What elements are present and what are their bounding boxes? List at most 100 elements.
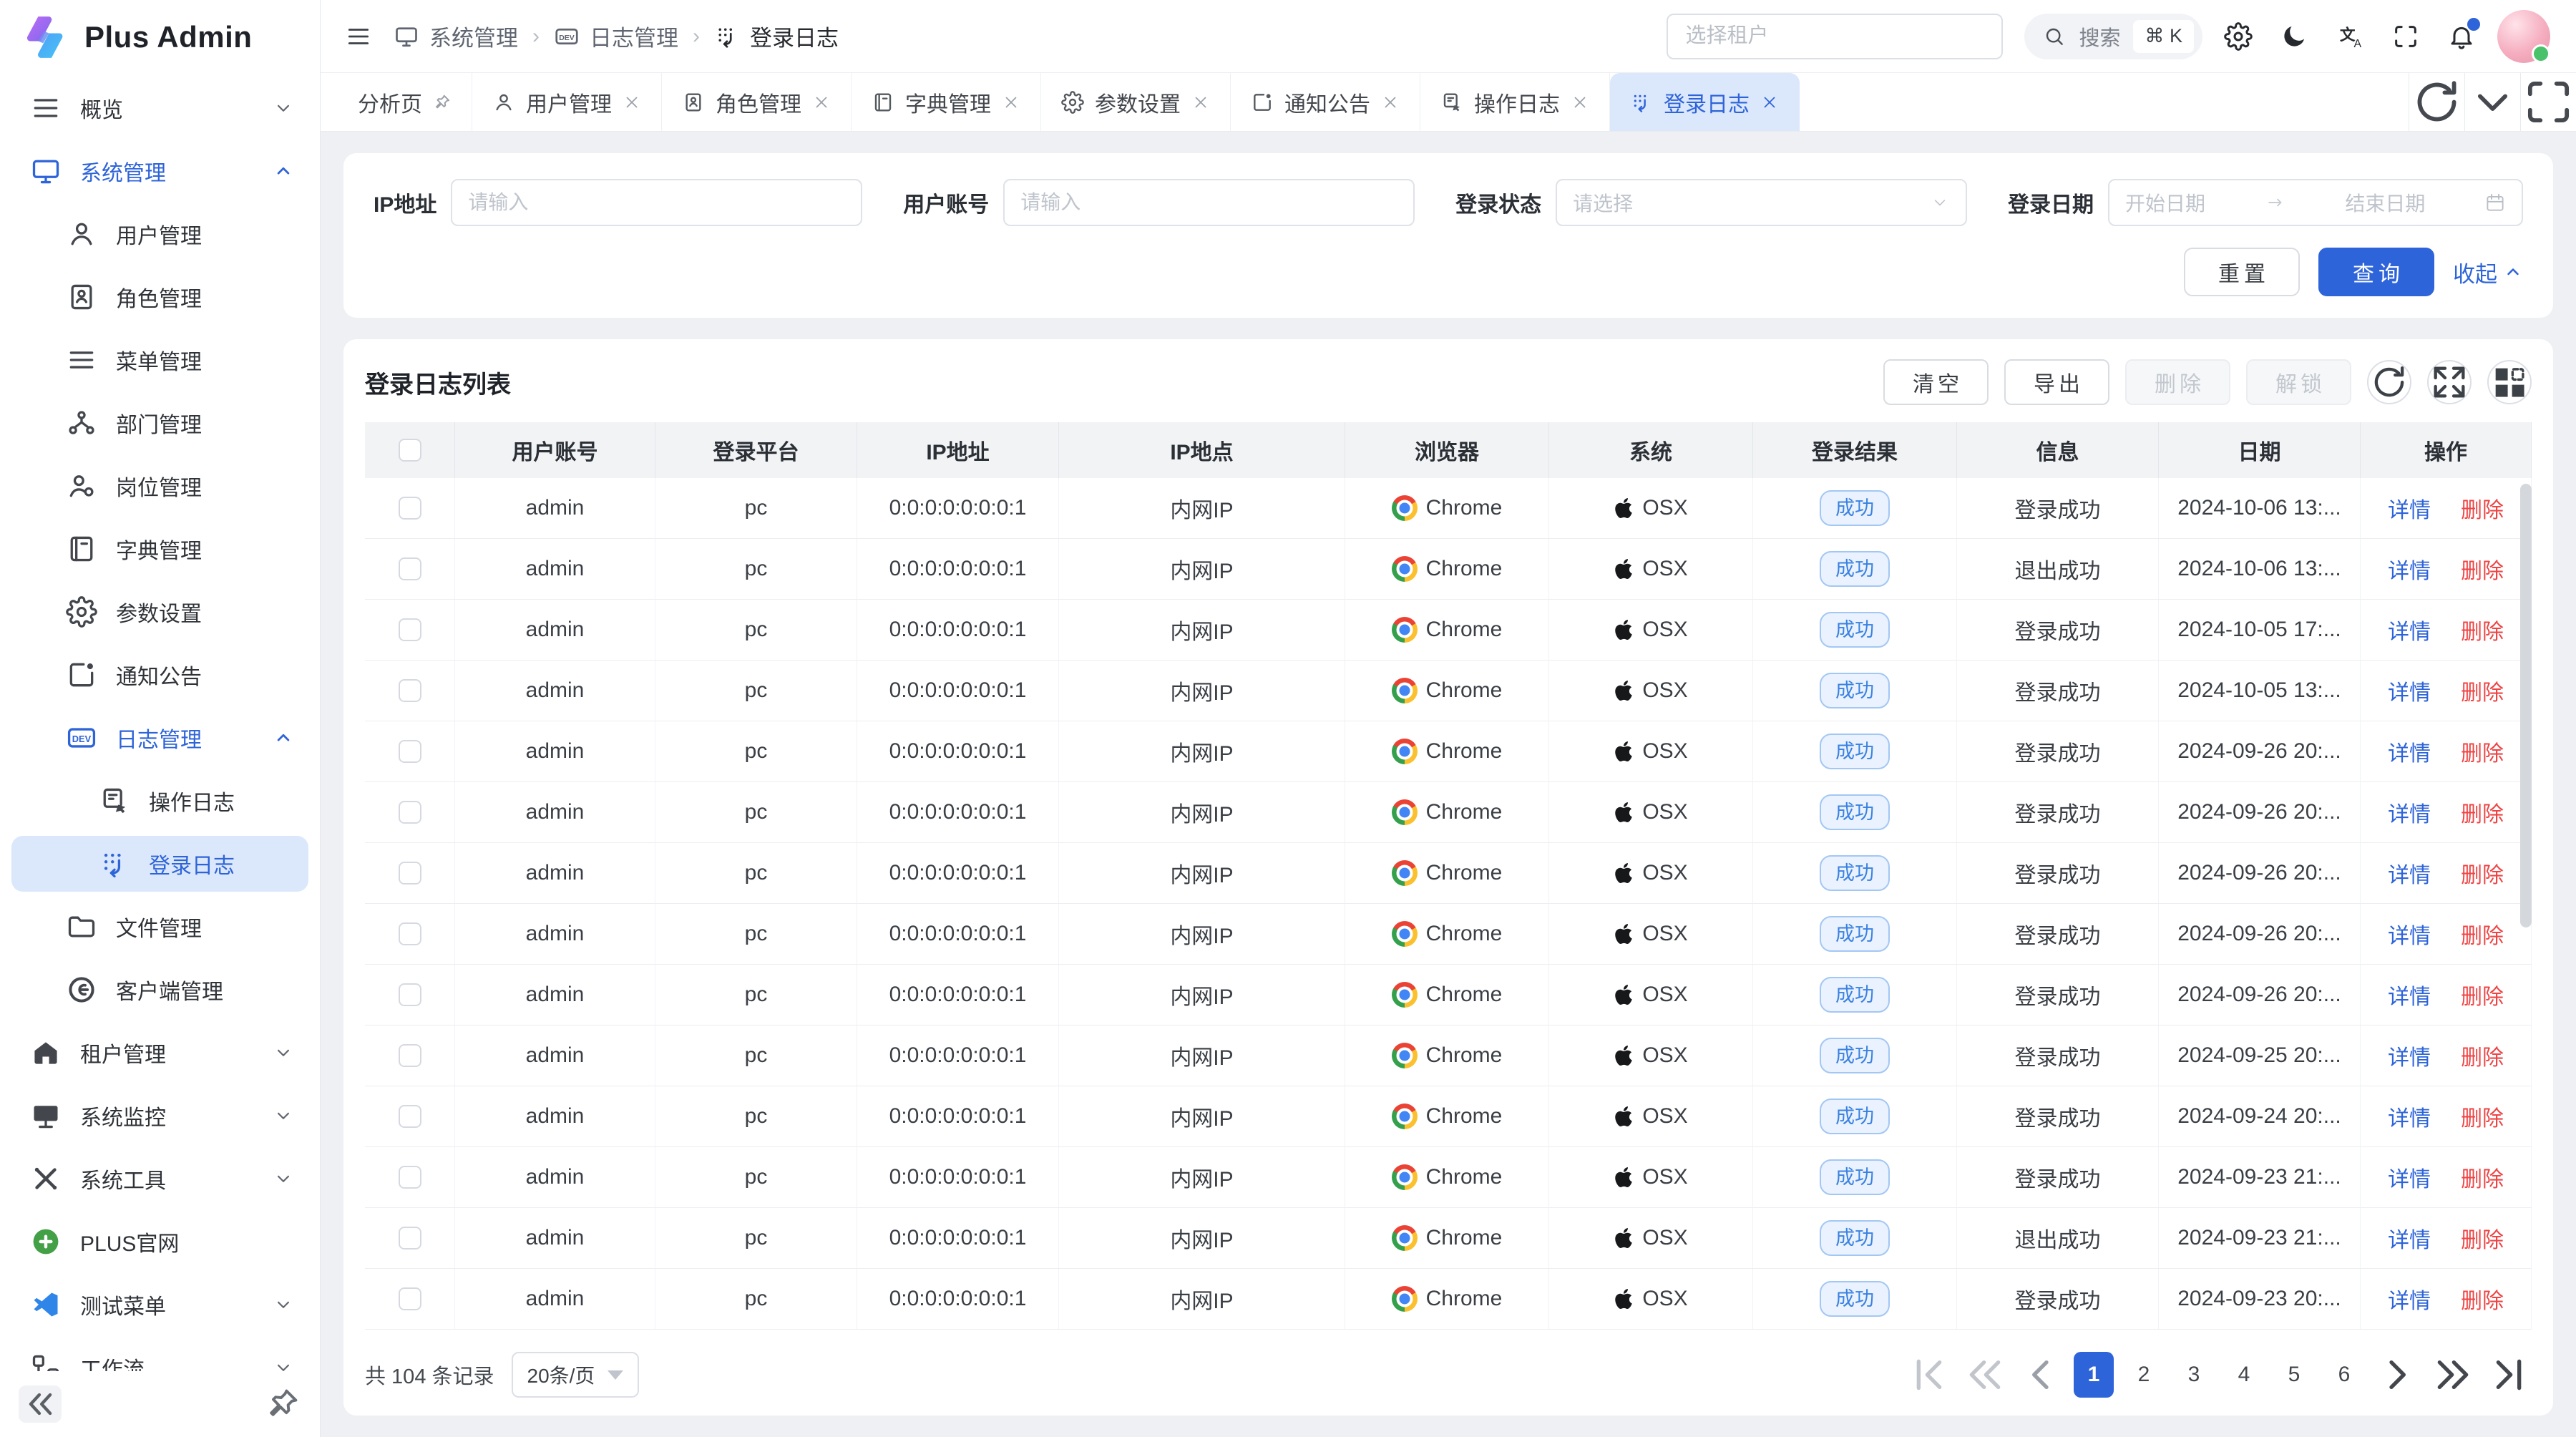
sidebar-item-param-setting[interactable]: 参数设置 [11, 584, 308, 640]
row-checkbox[interactable] [399, 1166, 421, 1189]
sidebar-item-log-mgmt[interactable]: DEV日志管理 [11, 710, 308, 766]
sidebar-collapse-button[interactable] [19, 1385, 62, 1423]
row-checkbox[interactable] [399, 740, 421, 763]
detail-link[interactable]: 详情 [2388, 1222, 2431, 1254]
close-icon[interactable] [1571, 93, 1589, 112]
delete-link[interactable]: 删除 [2461, 1222, 2504, 1254]
detail-link[interactable]: 详情 [2388, 857, 2431, 889]
page-button-2[interactable]: 2 [2124, 1352, 2164, 1398]
row-checkbox[interactable] [399, 1227, 421, 1250]
breadcrumb-item[interactable]: 系统管理 [394, 20, 518, 52]
page-button-6[interactable]: 6 [2324, 1352, 2364, 1398]
tab-login-log[interactable]: 登录日志 [1610, 73, 1800, 131]
delete-link[interactable]: 删除 [2461, 736, 2504, 767]
delete-link[interactable]: 删除 [2461, 614, 2504, 646]
delete-link[interactable]: 删除 [2461, 1161, 2504, 1193]
delete-link[interactable]: 删除 [2461, 797, 2504, 828]
delete-button[interactable]: 删除 [2125, 359, 2230, 405]
jump-forward-button[interactable] [2430, 1352, 2476, 1398]
table-scrollbar[interactable] [2520, 484, 2532, 927]
unlock-button[interactable]: 解锁 [2246, 359, 2351, 405]
next-page-button[interactable] [2374, 1352, 2420, 1398]
last-page-button[interactable] [2486, 1352, 2532, 1398]
sidebar-item-file-mgmt[interactable]: 文件管理 [11, 899, 308, 955]
close-icon[interactable] [1002, 93, 1020, 112]
detail-link[interactable]: 详情 [2388, 553, 2431, 585]
sidebar-item-plus-site[interactable]: PLUS官网 [11, 1214, 308, 1270]
tab-menu-button[interactable] [2464, 73, 2520, 131]
row-checkbox[interactable] [399, 983, 421, 1006]
detail-link[interactable]: 详情 [2388, 979, 2431, 1010]
export-button[interactable]: 导出 [2004, 359, 2109, 405]
reset-button[interactable]: 重置 [2184, 248, 2300, 296]
sidebar-pin-button[interactable] [264, 1385, 301, 1423]
row-checkbox[interactable] [399, 1044, 421, 1067]
first-page-button[interactable] [1906, 1352, 1952, 1398]
sidebar-item-test-menu[interactable]: 测试菜单 [11, 1277, 308, 1333]
ip-address-input[interactable] [468, 191, 845, 214]
sidebar-item-overview[interactable]: 概览 [11, 80, 308, 136]
sidebar-item-dict-mgmt[interactable]: 字典管理 [11, 521, 308, 577]
page-button-1[interactable]: 1 [2074, 1352, 2114, 1398]
row-checkbox[interactable] [399, 922, 421, 945]
row-checkbox[interactable] [399, 679, 421, 702]
detail-link[interactable]: 详情 [2388, 614, 2431, 646]
detail-link[interactable]: 详情 [2388, 1040, 2431, 1071]
row-checkbox[interactable] [399, 557, 421, 580]
row-checkbox[interactable] [399, 862, 421, 885]
prev-page-button[interactable] [2018, 1352, 2064, 1398]
delete-link[interactable]: 删除 [2461, 492, 2504, 524]
page-size-select[interactable]: 20条/页 [512, 1352, 640, 1398]
detail-link[interactable]: 详情 [2388, 1101, 2431, 1132]
sidebar-item-operation-log[interactable]: 操作日志 [11, 773, 308, 829]
delete-link[interactable]: 删除 [2461, 1040, 2504, 1071]
search-button[interactable]: 查询 [2318, 248, 2434, 296]
detail-link[interactable]: 详情 [2388, 675, 2431, 706]
sidebar-item-client-mgmt[interactable]: 客户端管理 [11, 962, 308, 1018]
row-checkbox[interactable] [399, 618, 421, 641]
moon-icon[interactable] [2280, 22, 2308, 51]
sidebar-item-dept-mgmt[interactable]: 部门管理 [11, 395, 308, 451]
delete-link[interactable]: 删除 [2461, 553, 2504, 585]
detail-link[interactable]: 详情 [2388, 1283, 2431, 1315]
collapse-filters-link[interactable]: 收起 [2453, 256, 2523, 288]
select-all-checkbox[interactable] [399, 439, 421, 462]
content-fullscreen-button[interactable] [2520, 73, 2576, 131]
close-icon[interactable] [812, 93, 831, 112]
sidebar-item-role-mgmt[interactable]: 角色管理 [11, 269, 308, 325]
tab-param-setting[interactable]: 参数设置 [1041, 73, 1231, 131]
tab-analysis[interactable]: 分析页 [338, 73, 472, 131]
column-settings-button[interactable] [2487, 360, 2532, 404]
page-button-5[interactable]: 5 [2274, 1352, 2314, 1398]
row-checkbox[interactable] [399, 1287, 421, 1310]
gear-icon[interactable] [2224, 22, 2253, 51]
tab-notice[interactable]: 通知公告 [1231, 73, 1420, 131]
fullscreen-icon[interactable] [2391, 22, 2420, 51]
global-search[interactable]: 搜索 ⌘ K [2024, 14, 2202, 59]
detail-link[interactable]: 详情 [2388, 918, 2431, 950]
close-icon[interactable] [1191, 93, 1210, 112]
detail-link[interactable]: 详情 [2388, 492, 2431, 524]
table-fullscreen-button[interactable] [2427, 360, 2472, 404]
breadcrumb-item[interactable]: DEV日志管理 [554, 20, 678, 52]
tab-role-mgmt[interactable]: 角色管理 [662, 73, 852, 131]
sidebar-item-post-mgmt[interactable]: 岗位管理 [11, 458, 308, 514]
clear-button[interactable]: 清空 [1883, 359, 1989, 405]
sidebar-item-login-log[interactable]: 登录日志 [11, 836, 308, 892]
tab-dict-mgmt[interactable]: 字典管理 [852, 73, 1041, 131]
jump-back-button[interactable] [1962, 1352, 2008, 1398]
detail-link[interactable]: 详情 [2388, 1161, 2431, 1193]
login-status-select[interactable]: 请选择 [1556, 179, 1967, 226]
tenant-select[interactable] [1667, 14, 2003, 59]
delete-link[interactable]: 删除 [2461, 857, 2504, 889]
delete-link[interactable]: 删除 [2461, 979, 2504, 1010]
row-checkbox[interactable] [399, 1105, 421, 1128]
close-icon[interactable] [1381, 93, 1400, 112]
delete-link[interactable]: 删除 [2461, 1101, 2504, 1132]
tab-user-mgmt[interactable]: 用户管理 [472, 73, 662, 131]
sidebar-item-tenant-mgmt[interactable]: 租户管理 [11, 1025, 308, 1081]
sidebar-item-system-monitor[interactable]: 系统监控 [11, 1088, 308, 1144]
avatar[interactable] [2497, 10, 2550, 63]
page-button-4[interactable]: 4 [2224, 1352, 2264, 1398]
sidebar-item-user-mgmt[interactable]: 用户管理 [11, 206, 308, 262]
